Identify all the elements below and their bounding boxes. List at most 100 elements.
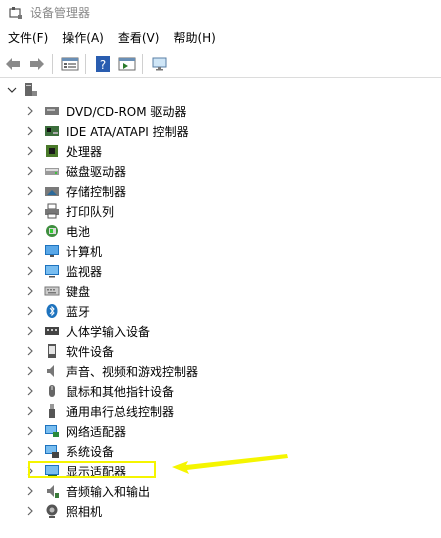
tree-item-label: 系统设备 xyxy=(66,444,115,459)
printer-icon xyxy=(44,203,60,219)
chevron-right-icon[interactable] xyxy=(24,485,36,497)
tree-item[interactable]: 系统设备 xyxy=(24,441,114,461)
tree-item-label: 网络适配器 xyxy=(66,424,127,439)
tree-item[interactable]: 音频输入和输出 xyxy=(24,481,150,501)
tree-item[interactable]: 网络适配器 xyxy=(24,421,126,441)
menu-bar: 文件(F) 操作(A) 查看(V) 帮助(H) xyxy=(0,28,441,48)
tree-item[interactable]: 声音、视频和游戏控制器 xyxy=(24,361,198,381)
chevron-right-icon[interactable] xyxy=(24,125,36,137)
driver-panel-icon xyxy=(118,57,136,70)
chevron-right-icon[interactable] xyxy=(24,105,36,117)
chevron-right-icon[interactable] xyxy=(24,445,36,457)
chevron-right-icon[interactable] xyxy=(24,285,36,297)
menu-view[interactable]: 查看(V) xyxy=(112,28,166,48)
chevron-right-icon[interactable] xyxy=(24,385,36,397)
chevron-right-icon[interactable] xyxy=(24,185,36,197)
system-device-icon xyxy=(44,443,60,459)
monitor-scan-icon xyxy=(152,57,167,70)
title-bar: 设备管理器 xyxy=(0,0,441,25)
tree-item-label: 软件设备 xyxy=(66,344,115,359)
audio-io-icon xyxy=(44,483,60,499)
tree-item[interactable]: 软件设备 xyxy=(24,341,114,361)
tree-item-label: 键盘 xyxy=(66,284,91,299)
tree-item[interactable]: 电池 xyxy=(24,221,90,241)
chevron-right-icon[interactable] xyxy=(24,425,36,437)
tree-item[interactable]: 处理器 xyxy=(24,141,102,161)
window-title: 设备管理器 xyxy=(30,6,91,20)
help-button[interactable]: ? xyxy=(92,53,114,75)
tree-item[interactable]: 计算机 xyxy=(24,241,102,261)
device-manager-icon xyxy=(8,5,24,21)
chevron-right-icon[interactable] xyxy=(24,165,36,177)
tree-item-label: 电池 xyxy=(66,224,91,239)
menu-action[interactable]: 操作(A) xyxy=(56,28,110,48)
disk-drive-icon xyxy=(44,163,60,179)
chevron-down-icon[interactable] xyxy=(6,84,18,96)
toolbar-separator xyxy=(52,53,53,74)
chevron-right-icon[interactable] xyxy=(24,245,36,257)
tree-item[interactable]: IDE ATA/ATAPI 控制器 xyxy=(24,121,189,141)
chevron-right-icon[interactable] xyxy=(24,205,36,217)
tree-item-label: 处理器 xyxy=(66,144,103,159)
properties-button[interactable] xyxy=(59,53,81,75)
tree-item-label: 存储控制器 xyxy=(66,184,127,199)
tree-item[interactable]: DVD/CD-ROM 驱动器 xyxy=(24,101,186,121)
chevron-right-icon[interactable] xyxy=(24,505,36,517)
ide-controller-icon xyxy=(44,123,60,139)
chevron-right-icon[interactable] xyxy=(24,405,36,417)
keyboard-icon xyxy=(44,283,60,299)
menu-file[interactable]: 文件(F) xyxy=(2,28,54,48)
toolbar: ? xyxy=(0,50,441,78)
monitor-icon xyxy=(44,263,60,279)
tree-root[interactable] xyxy=(6,80,44,100)
tree-item[interactable]: 通用串行总线控制器 xyxy=(24,401,174,421)
chevron-right-icon[interactable] xyxy=(24,225,36,237)
bluetooth-icon xyxy=(44,303,60,319)
chevron-right-icon[interactable] xyxy=(24,325,36,337)
tree-item-label: 声音、视频和游戏控制器 xyxy=(66,364,199,379)
speaker-icon xyxy=(44,363,60,379)
tree-item[interactable]: 监视器 xyxy=(24,261,102,281)
tree-item[interactable]: 打印队列 xyxy=(24,201,114,221)
help-icon: ? xyxy=(96,55,110,72)
tree-item[interactable]: 磁盘驱动器 xyxy=(24,161,126,181)
annotation-arrow xyxy=(172,454,288,474)
toolbar-separator xyxy=(142,53,143,74)
tree-item-label: 照相机 xyxy=(66,504,103,519)
svg-text:?: ? xyxy=(100,58,106,72)
annotation-highlight-box xyxy=(28,461,156,478)
tree-item-label: 计算机 xyxy=(66,244,103,259)
scan-hardware-button[interactable] xyxy=(149,53,171,75)
hid-icon xyxy=(44,323,60,339)
update-driver-button[interactable] xyxy=(116,53,138,75)
arrow-right-icon xyxy=(30,57,44,70)
tree-item[interactable]: 蓝牙 xyxy=(24,301,90,321)
computer-icon xyxy=(44,243,60,259)
tree-item-label: 蓝牙 xyxy=(66,304,91,319)
storage-controller-icon xyxy=(44,183,60,199)
chevron-right-icon[interactable] xyxy=(24,365,36,377)
tree-item[interactable]: 鼠标和其他指针设备 xyxy=(24,381,174,401)
back-button[interactable] xyxy=(2,53,24,75)
tree-item[interactable]: 人体学输入设备 xyxy=(24,321,150,341)
chevron-right-icon[interactable] xyxy=(24,145,36,157)
tree-item[interactable]: 键盘 xyxy=(24,281,90,301)
battery-icon xyxy=(44,223,60,239)
tree-item[interactable]: 存储控制器 xyxy=(24,181,126,201)
computer-root-icon xyxy=(22,82,38,98)
tree-item-label: IDE ATA/ATAPI 控制器 xyxy=(66,124,189,139)
chevron-right-icon[interactable] xyxy=(24,345,36,357)
chevron-right-icon[interactable] xyxy=(24,305,36,317)
network-adapter-icon xyxy=(44,423,60,439)
tree-item-label: 音频输入和输出 xyxy=(66,484,151,499)
forward-button[interactable] xyxy=(26,53,48,75)
tree-item-label: DVD/CD-ROM 驱动器 xyxy=(66,104,187,119)
tree-item-label: 通用串行总线控制器 xyxy=(66,404,175,419)
menu-help[interactable]: 帮助(H) xyxy=(167,28,221,48)
tree-item-label: 鼠标和其他指针设备 xyxy=(66,384,175,399)
chevron-right-icon[interactable] xyxy=(24,265,36,277)
software-device-icon xyxy=(44,343,60,359)
toolbar-separator xyxy=(85,53,86,74)
tree-item-label: 打印队列 xyxy=(66,204,115,219)
tree-item[interactable]: 照相机 xyxy=(24,501,102,521)
